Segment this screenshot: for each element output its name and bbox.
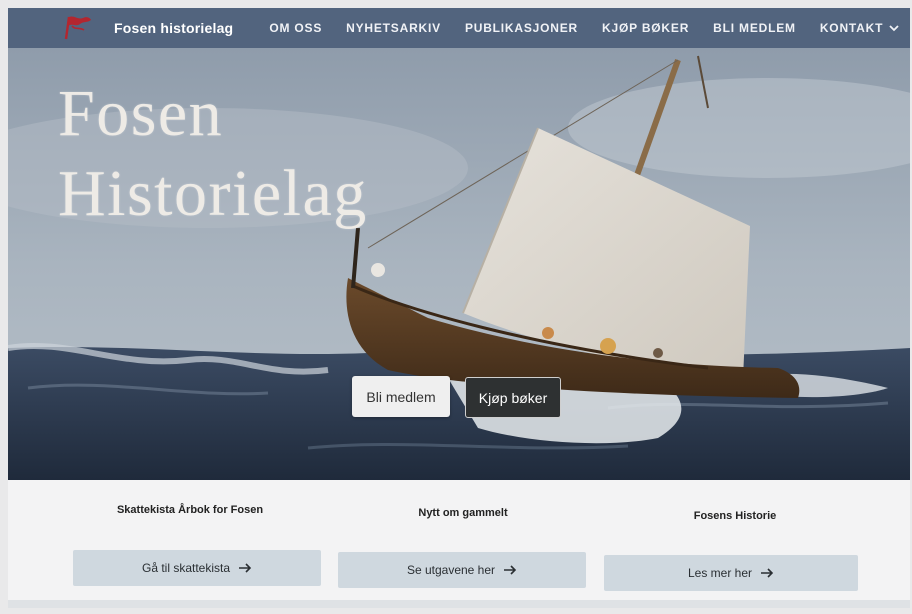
nav-dropdown-kontakt[interactable]: KONTAKT: [820, 21, 899, 35]
see-editions-button[interactable]: Se utgavene her: [338, 552, 586, 588]
nav-link-kontakt-label: KONTAKT: [819, 21, 884, 35]
nav-menu: OM OSS NYHETSARKIV PUBLIKASJONER KJØP BØ…: [269, 21, 899, 35]
nav-link-publikasjoner[interactable]: PUBLIKASJONER: [465, 21, 578, 35]
chevron-down-icon: [889, 24, 899, 32]
nav-link-bli-medlem[interactable]: BLI MEDLEM: [713, 21, 796, 35]
nav-link-kjop-boker[interactable]: KJØP BØKER: [602, 21, 689, 35]
flag-logo-icon: [60, 14, 94, 42]
hero-title-line-2: Historielag: [58, 157, 368, 230]
read-more-button[interactable]: Les mer her: [604, 555, 858, 591]
card-title-nytt-om-gammelt: Nytt om gammelt: [418, 507, 508, 519]
arrow-right-icon: [503, 565, 517, 575]
browser-viewport: Fosen historielag OM OSS NYHETSARKIV PUB…: [8, 8, 910, 608]
feature-cards: Skattekista Årbok for Fosen Nytt om gamm…: [8, 480, 910, 608]
goto-skattekista-label: Gå til skattekista: [141, 561, 231, 575]
brand-link[interactable]: Fosen historielag: [60, 14, 233, 42]
hero-title-line-1: Fosen: [58, 77, 224, 150]
arrow-right-icon: [238, 563, 252, 573]
buy-books-button[interactable]: Kjøp bøker: [465, 377, 561, 418]
nav-link-om-oss[interactable]: OM OSS: [269, 21, 322, 35]
next-section-edge: [8, 600, 910, 608]
become-member-button[interactable]: Bli medlem: [352, 376, 450, 417]
navbar: Fosen historielag OM OSS NYHETSARKIV PUB…: [8, 8, 910, 48]
arrow-right-icon: [760, 568, 774, 578]
read-more-label: Les mer her: [687, 566, 753, 580]
see-editions-label: Se utgavene her: [406, 563, 496, 577]
hero-banner: Fosen Historielag Bli medlem Kjøp bøker: [8, 48, 910, 480]
card-title-skattekista: Skattekista Årbok for Fosen: [116, 504, 264, 516]
hero-title: Fosen Historielag: [58, 74, 368, 234]
brand-name: Fosen historielag: [114, 20, 234, 36]
goto-skattekista-button[interactable]: Gå til skattekista: [73, 550, 321, 586]
card-title-fosens-historie: Fosens Historie: [693, 510, 777, 522]
nav-link-nyhetsarkiv[interactable]: NYHETSARKIV: [346, 21, 441, 35]
